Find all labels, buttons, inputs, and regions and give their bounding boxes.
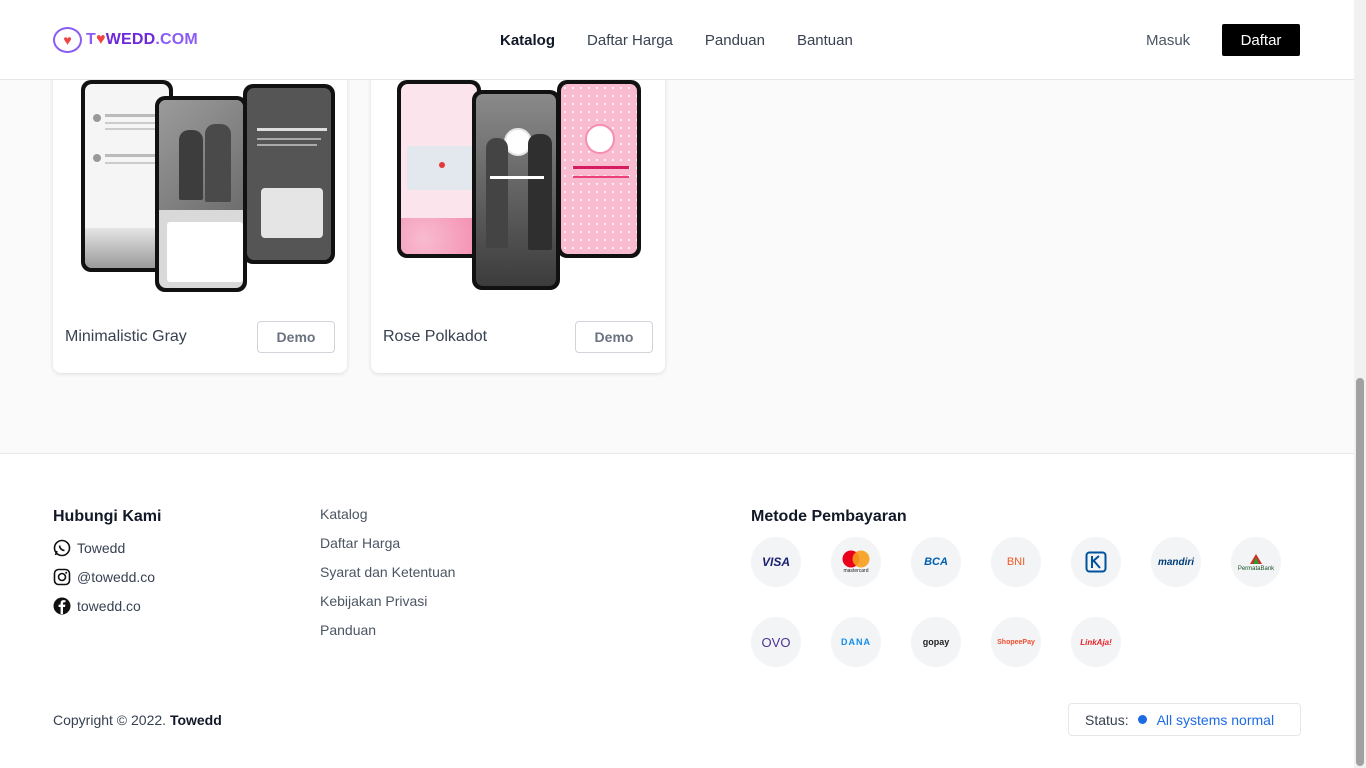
template-card-rose-polkadot[interactable]: Rose Polkadot Demo (371, 60, 665, 373)
site-footer: Hubungi Kami Towedd @towedd.co towedd.co… (0, 455, 1354, 768)
register-button[interactable]: Daftar (1222, 24, 1300, 56)
bca-logo: BCA (911, 537, 961, 587)
demo-button[interactable]: Demo (257, 321, 335, 353)
contact-facebook[interactable]: towedd.co (53, 597, 141, 615)
logo[interactable]: ♥ T♥WEDD.COM (53, 27, 198, 53)
footer-link-panduan[interactable]: Panduan (320, 622, 376, 638)
contact-whatsapp[interactable]: Towedd (53, 539, 125, 557)
status-value: All systems normal (1156, 711, 1275, 728)
visa-logo: VISA (751, 537, 801, 587)
footer-link-katalog[interactable]: Katalog (320, 506, 367, 522)
template-card-minimalistic-gray[interactable]: Minimalistic Gray Demo (53, 60, 347, 373)
catalog-section: Minimalistic Gray Demo Rose Polkadot Dem… (0, 60, 1354, 454)
bri-logo (1071, 537, 1121, 587)
logo-text: T♥WEDD.COM (86, 31, 198, 48)
facebook-icon (53, 597, 71, 615)
payment-heading: Metode Pembayaran (751, 508, 907, 525)
mandiri-logo: mandiri (1151, 537, 1201, 587)
system-status[interactable]: Status: All systems normal (1068, 703, 1301, 736)
instagram-icon (53, 568, 71, 586)
main-nav: Katalog Daftar Harga Panduan Bantuan (500, 32, 853, 49)
dana-logo: DANA (831, 617, 881, 667)
ovo-logo: OVO (751, 617, 801, 667)
contact-label: towedd.co (77, 598, 141, 614)
scrollbar-thumb[interactable] (1356, 378, 1364, 766)
copyright-brand: Towedd (169, 712, 222, 728)
whatsapp-icon (53, 539, 71, 557)
nav-panduan[interactable]: Panduan (705, 32, 765, 49)
mastercard-logo: mastercard (831, 537, 881, 587)
contact-heading: Hubungi Kami (53, 508, 162, 525)
contact-instagram[interactable]: @towedd.co (53, 568, 155, 586)
nav-daftar-harga[interactable]: Daftar Harga (587, 32, 673, 49)
shopeepay-logo: ShopeePay (991, 617, 1041, 667)
template-preview-image (371, 60, 665, 290)
login-link[interactable]: Masuk (1146, 32, 1190, 49)
demo-button[interactable]: Demo (575, 321, 653, 353)
site-header: ♥ T♥WEDD.COM Katalog Daftar Harga Pandua… (0, 0, 1354, 80)
heart-logo-icon: ♥ (53, 27, 82, 53)
nav-bantuan[interactable]: Bantuan (797, 32, 853, 49)
page-scrollbar[interactable] (1354, 0, 1366, 768)
footer-link-daftar-harga[interactable]: Daftar Harga (320, 535, 400, 551)
bni-logo: BNI (991, 537, 1041, 587)
template-title: Minimalistic Gray (65, 328, 187, 345)
status-label: Status: (1085, 711, 1129, 728)
status-dot-icon (1137, 715, 1147, 724)
template-preview-image (53, 60, 347, 292)
copyright: Copyright © 2022. Towedd (53, 712, 222, 728)
nav-katalog[interactable]: Katalog (500, 32, 555, 49)
footer-link-privasi[interactable]: Kebijakan Privasi (320, 593, 427, 609)
footer-link-syarat[interactable]: Syarat dan Ketentuan (320, 564, 455, 580)
contact-label: @towedd.co (77, 569, 156, 585)
template-title: Rose Polkadot (383, 328, 488, 345)
gopay-logo: gopay (911, 617, 961, 667)
contact-label: Towedd (77, 540, 126, 556)
permatabank-logo: PermataBank (1231, 537, 1281, 587)
linkaja-logo: LinkAja! (1071, 617, 1121, 667)
